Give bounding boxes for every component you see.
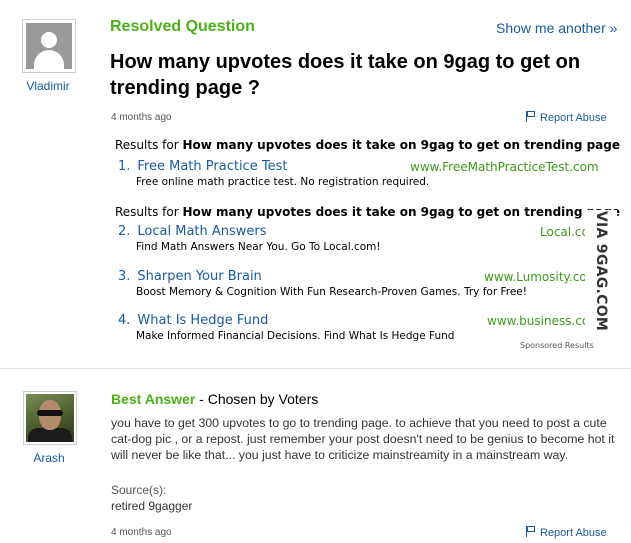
source-value: retired 9gagger bbox=[111, 499, 193, 513]
watermark-text: VIA 9GAG.COM bbox=[593, 210, 609, 332]
report-label: Report Abuse bbox=[540, 527, 607, 539]
section-divider bbox=[0, 368, 631, 369]
ad-item-3-url[interactable]: www.Lumosity.com bbox=[484, 270, 598, 284]
results-query: How many upvotes does it take on 9gag to… bbox=[182, 138, 621, 152]
question-status: Resolved Question bbox=[110, 18, 255, 35]
question-time: 4 months ago bbox=[111, 112, 172, 123]
flag-icon bbox=[526, 526, 536, 537]
asker-avatar[interactable] bbox=[22, 19, 76, 73]
flag-icon bbox=[526, 111, 536, 122]
answerer-name[interactable]: Arash bbox=[11, 451, 87, 465]
results-for-line-2: Results for How many upvotes does it tak… bbox=[115, 205, 620, 219]
ad-title-link[interactable]: Free Math Practice Test bbox=[137, 159, 287, 174]
ad-item-3-desc: Boost Memory & Cognition With Fun Resear… bbox=[136, 286, 527, 298]
report-abuse-link-question[interactable]: Report Abuse bbox=[526, 111, 607, 124]
results-for-line-1: Results for How many upvotes does it tak… bbox=[115, 138, 620, 152]
question-title: How many upvotes does it take on 9gag to… bbox=[110, 51, 581, 99]
user-photo bbox=[26, 394, 74, 442]
results-query: How many upvotes does it take on 9gag to… bbox=[182, 205, 621, 219]
show-another-link[interactable]: Show me another » bbox=[496, 20, 617, 36]
ad-item-3-title[interactable]: 3. Sharpen Your Brain bbox=[118, 269, 262, 284]
ad-title-link[interactable]: What Is Hedge Fund bbox=[137, 313, 268, 328]
source-label: Source(s): bbox=[111, 483, 167, 497]
ad-number: 1. bbox=[118, 159, 131, 174]
ad-item-4-desc: Make Informed Financial Decisions. Find … bbox=[136, 330, 455, 342]
ad-item-1-url[interactable]: www.FreeMathPracticeTest.com bbox=[410, 160, 599, 174]
watermark: VIA 9GAG.COM bbox=[585, 210, 617, 332]
default-avatar-icon bbox=[26, 23, 72, 69]
ad-number: 2. bbox=[118, 224, 131, 239]
answer-time: 4 months ago bbox=[111, 527, 172, 538]
ad-item-4-url[interactable]: www.business.com bbox=[487, 314, 601, 328]
results-prefix: Results for bbox=[115, 138, 179, 152]
answerer-avatar[interactable] bbox=[23, 391, 77, 445]
ad-number: 3. bbox=[118, 269, 131, 284]
ad-title-link[interactable]: Sharpen Your Brain bbox=[137, 269, 261, 284]
asker-name[interactable]: Vladimir bbox=[10, 79, 86, 93]
ad-item-2-title[interactable]: 2. Local Math Answers bbox=[118, 224, 267, 239]
answer-text: you have to get 300 upvotes to go to tre… bbox=[111, 416, 615, 462]
chosen-by-label: - Chosen by Voters bbox=[195, 391, 319, 407]
best-answer-label: Best Answer bbox=[111, 391, 196, 407]
best-answer-heading: Best Answer - Chosen by Voters bbox=[111, 391, 318, 407]
report-abuse-link-answer[interactable]: Report Abuse bbox=[526, 526, 607, 539]
report-label: Report Abuse bbox=[540, 112, 607, 124]
ad-item-2-desc: Find Math Answers Near You. Go To Local.… bbox=[136, 241, 381, 253]
results-prefix: Results for bbox=[115, 205, 179, 219]
ad-item-1-title[interactable]: 1. Free Math Practice Test bbox=[118, 159, 287, 174]
ad-item-1-desc: Free online math practice test. No regis… bbox=[136, 176, 430, 188]
ad-number: 4. bbox=[118, 313, 131, 328]
ad-title-link[interactable]: Local Math Answers bbox=[137, 224, 266, 239]
sponsored-results-label: Sponsored Results bbox=[520, 341, 594, 350]
ad-item-4-title[interactable]: 4. What Is Hedge Fund bbox=[118, 313, 268, 328]
